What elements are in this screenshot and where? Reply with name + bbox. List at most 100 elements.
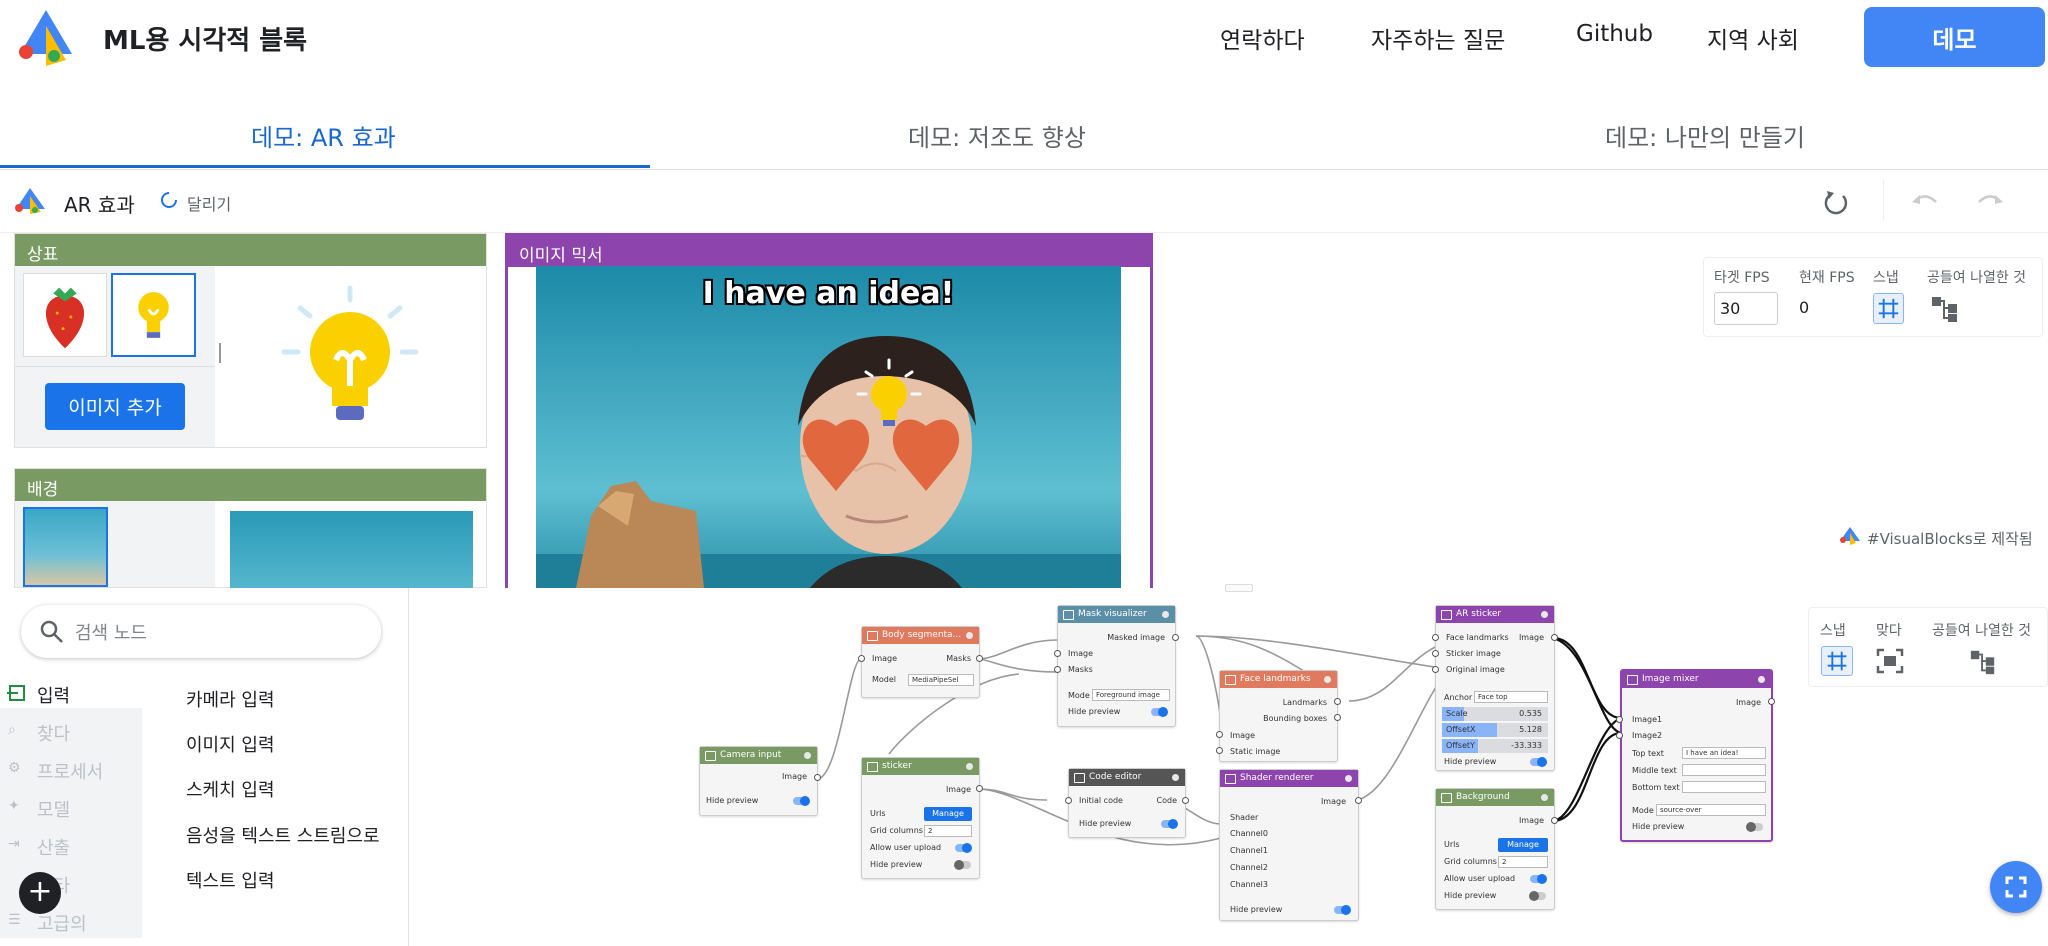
sticker-hide-toggle[interactable] bbox=[954, 860, 971, 870]
tab-low-light[interactable]: 데모: 저조도 향상 bbox=[908, 118, 1086, 153]
demo-button[interactable]: 데모 bbox=[1864, 7, 2045, 67]
face-out1-port[interactable] bbox=[1334, 698, 1341, 705]
nav-community[interactable]: 지역 사회 bbox=[1707, 21, 1799, 55]
camera-hide-toggle[interactable] bbox=[793, 796, 810, 806]
body-out-port[interactable] bbox=[976, 655, 983, 662]
beach-thumbnail-selected[interactable] bbox=[23, 507, 108, 587]
face-in1-port[interactable] bbox=[1216, 731, 1223, 738]
bg-out-port[interactable] bbox=[1551, 817, 1558, 824]
category-output[interactable]: 산출 bbox=[37, 834, 70, 860]
tab-ar-effect[interactable]: 데모: AR 효과 bbox=[251, 118, 396, 153]
brand-title[interactable]: ML용 시각적 블록 bbox=[103, 20, 307, 57]
divider bbox=[15, 366, 215, 367]
bg-upload-toggle[interactable] bbox=[1530, 874, 1547, 884]
category-model[interactable]: 모델 bbox=[37, 796, 70, 822]
snap-toggle[interactable] bbox=[1873, 293, 1904, 324]
code-in-port[interactable] bbox=[1065, 797, 1072, 804]
resize-handle[interactable] bbox=[219, 343, 221, 363]
mask-in2-port[interactable] bbox=[1054, 666, 1061, 673]
node-text-input[interactable]: 텍스트 입력 bbox=[186, 867, 275, 893]
node-image-mixer[interactable]: Image mixer Image Image1 Image2 Top text… bbox=[1620, 669, 1773, 842]
app-logo-icon[interactable] bbox=[16, 8, 78, 68]
mask-hide-toggle[interactable] bbox=[1151, 707, 1168, 717]
ar-in3-label: Original image bbox=[1446, 665, 1505, 674]
made-with-label[interactable]: #VisualBlocks로 제작됨 bbox=[1867, 528, 2033, 549]
graph-fit-label: 맞다 bbox=[1876, 623, 1902, 639]
node-face-landmarks[interactable]: Face landmarks Landmarks Bounding boxes … bbox=[1219, 670, 1338, 762]
mixer-top-input[interactable]: I have an idea! bbox=[1682, 747, 1766, 759]
add-image-button[interactable]: 이미지 추가 bbox=[45, 383, 185, 430]
camera-out-port[interactable] bbox=[814, 774, 821, 781]
undo-icon[interactable] bbox=[1910, 190, 1940, 212]
ar-in2-port[interactable] bbox=[1432, 650, 1439, 657]
shader-out-port[interactable] bbox=[1355, 797, 1362, 804]
ar-in3-port[interactable] bbox=[1432, 666, 1439, 673]
node-code-editor[interactable]: Code editor Initial code Code Hide previ… bbox=[1068, 768, 1186, 838]
target-fps-input[interactable]: 30 bbox=[1714, 292, 1778, 325]
node-mask-visualizer[interactable]: Mask visualizer Masked image Image Masks… bbox=[1057, 605, 1176, 727]
redo-icon[interactable] bbox=[1975, 190, 2005, 212]
fullscreen-button[interactable] bbox=[1990, 861, 2042, 913]
tab-make-your-own[interactable]: 데모: 나만의 만들기 bbox=[1605, 118, 1805, 153]
mixer-mode-select[interactable]: source-over bbox=[1656, 804, 1766, 816]
category-advanced[interactable]: 고급의 bbox=[37, 910, 87, 936]
node-camera[interactable]: Camera input Image Hide preview bbox=[699, 746, 818, 816]
bg-manage-button[interactable]: Manage bbox=[1498, 838, 1548, 852]
mixer-hide-toggle[interactable] bbox=[1746, 822, 1763, 832]
mixer-out-port[interactable] bbox=[1768, 698, 1775, 705]
ar-hide-toggle[interactable] bbox=[1530, 757, 1547, 767]
node-image-input[interactable]: 이미지 입력 bbox=[186, 731, 275, 757]
mixer-bot-input[interactable] bbox=[1682, 781, 1766, 793]
graph-snap-toggle[interactable] bbox=[1821, 646, 1853, 676]
category-input[interactable]: 입력 bbox=[37, 682, 70, 708]
node-sticker[interactable]: sticker Image Urls Manage Grid columns 2… bbox=[861, 757, 980, 879]
mask-in1-port[interactable] bbox=[1054, 650, 1061, 657]
mask-mode-select[interactable]: Foreground image bbox=[1092, 689, 1170, 701]
node-ar-sticker[interactable]: AR sticker Face landmarks Image Sticker … bbox=[1435, 605, 1555, 771]
fit-icon[interactable] bbox=[1876, 648, 1904, 674]
node-body-segmentation[interactable]: Body segmenta... Image Masks Model Media… bbox=[861, 626, 980, 698]
nav-github[interactable]: Github bbox=[1576, 21, 1653, 47]
ar-offsety-label: OffsetY bbox=[1446, 741, 1475, 750]
face-in2-label: Static image bbox=[1230, 747, 1281, 756]
bg-grid-select[interactable]: 2 bbox=[1498, 856, 1548, 868]
node-background[interactable]: Background Image Urls Manage Grid column… bbox=[1435, 788, 1555, 910]
mixer-in1-port[interactable] bbox=[1616, 716, 1623, 723]
face-in2-port[interactable] bbox=[1216, 747, 1223, 754]
category-find[interactable]: 찾다 bbox=[37, 720, 70, 746]
bulb-thumbnail-selected[interactable] bbox=[111, 273, 196, 357]
sticker-manage-button[interactable]: Manage bbox=[924, 807, 972, 821]
body-model-select[interactable]: MediaPipeSel bbox=[908, 674, 974, 686]
code-out-port[interactable] bbox=[1182, 797, 1189, 804]
tree-icon[interactable] bbox=[1930, 294, 1960, 324]
ar-in1-port[interactable] bbox=[1432, 634, 1439, 641]
spinner-icon bbox=[161, 192, 177, 208]
shader-hide-toggle[interactable] bbox=[1334, 905, 1351, 915]
face-out2-port[interactable] bbox=[1334, 714, 1341, 721]
node-sketch-input[interactable]: 스케치 입력 bbox=[186, 776, 275, 802]
node-shader-renderer[interactable]: Shader renderer Image Shader Channel0 Ch… bbox=[1219, 769, 1359, 921]
mixer-in2-port[interactable] bbox=[1616, 732, 1623, 739]
sticker-out-port[interactable] bbox=[976, 785, 983, 792]
sticker-upload-toggle[interactable] bbox=[955, 843, 972, 853]
mixer-mid-input[interactable] bbox=[1682, 764, 1766, 776]
category-processor[interactable]: 프로세서 bbox=[37, 758, 103, 784]
body-in-label: Image bbox=[872, 654, 898, 663]
nav-faq[interactable]: 자주하는 질문 bbox=[1371, 21, 1505, 55]
nav-contact[interactable]: 연락하다 bbox=[1220, 21, 1305, 55]
code-hide-toggle[interactable] bbox=[1161, 819, 1178, 829]
node-speech-to-text[interactable]: 음성을 텍스트 스트림으로 bbox=[186, 822, 380, 848]
shader-title: Shader renderer bbox=[1220, 770, 1358, 787]
ar-out-port[interactable] bbox=[1551, 634, 1558, 641]
tree-icon[interactable] bbox=[1968, 648, 1998, 676]
sticker-grid-select[interactable]: 2 bbox=[924, 825, 972, 837]
node-camera-input[interactable]: 카메라 입력 bbox=[186, 686, 275, 712]
strawberry-thumbnail[interactable] bbox=[23, 273, 107, 357]
mask-out-port[interactable] bbox=[1172, 634, 1179, 641]
run-button[interactable]: 달리기 bbox=[187, 191, 231, 215]
bg-hide-toggle[interactable] bbox=[1529, 891, 1546, 901]
plus-icon[interactable]: + bbox=[19, 872, 61, 914]
reset-icon[interactable] bbox=[1821, 187, 1851, 217]
ar-anchor-select[interactable]: Face top bbox=[1474, 691, 1548, 703]
body-in-port[interactable] bbox=[858, 655, 865, 662]
